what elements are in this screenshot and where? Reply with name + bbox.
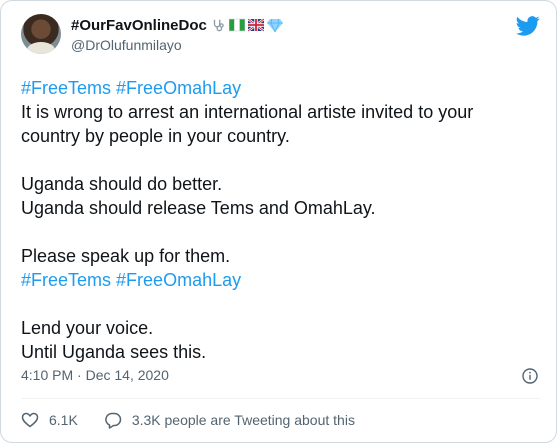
conversation-label: 3.3K people are Tweeting about this — [131, 412, 355, 428]
author-handle[interactable]: @DrOlufunmilayo — [71, 37, 182, 53]
tweet-text: #FreeTems #FreeOmahLay It is wrong to arr… — [21, 76, 541, 364]
display-name[interactable]: #OurFavOnlineDoc — [71, 17, 207, 34]
twitter-bird-icon[interactable] — [516, 16, 540, 36]
text-run: country by people in your country. — [21, 126, 290, 146]
diamond-icon — [266, 18, 283, 32]
like-count: 6.1K — [49, 412, 78, 428]
author-name-row[interactable]: #OurFavOnlineDoc — [71, 15, 283, 35]
hashtag-link[interactable]: #FreeTems — [21, 78, 111, 98]
text-run: It is wrong to arrest an international a… — [21, 102, 474, 122]
nigeria-flag-icon — [228, 18, 245, 32]
uk-flag-icon — [247, 18, 264, 32]
tweet-line: #FreeTems #FreeOmahLay — [21, 268, 541, 292]
like-button[interactable]: 6.1K — [21, 411, 78, 429]
hashtag-link[interactable]: #FreeTems — [21, 270, 111, 290]
tweet-card[interactable]: #OurFavOnlineDoc @DrOlufunmilayo #FreeTe… — [0, 0, 557, 443]
text-run: Uganda should release Tems and OmahLay. — [21, 198, 376, 218]
tweet-actions: 6.1K 3.3K people are Tweeting about this — [21, 410, 381, 430]
tweet-line: Uganda should do better. — [21, 172, 541, 196]
info-icon[interactable] — [522, 368, 538, 384]
stethoscope-icon — [213, 19, 224, 32]
tweet-timestamp[interactable]: 4:10 PM · Dec 14, 2020 — [21, 367, 169, 383]
tweet-line: country by people in your country. — [21, 124, 541, 148]
avatar[interactable] — [21, 14, 61, 54]
tweet-line: It is wrong to arrest an international a… — [21, 100, 541, 124]
tweet-line: #FreeTems #FreeOmahLay — [21, 76, 541, 100]
divider — [21, 398, 540, 399]
speech-bubble-icon — [105, 412, 122, 429]
text-run: Please speak up for them. — [21, 246, 231, 266]
hashtag-link[interactable]: #FreeOmahLay — [116, 78, 241, 98]
conversation-link[interactable]: 3.3K people are Tweeting about this — [104, 411, 355, 429]
text-run: Until Uganda sees this. — [21, 342, 207, 362]
tweet-line: Lend your voice. — [21, 316, 541, 340]
text-run: Lend your voice. — [21, 318, 154, 338]
text-run: Uganda should do better. — [21, 174, 223, 194]
tweet-line: Until Uganda sees this. — [21, 340, 541, 364]
heart-icon — [21, 412, 39, 428]
tweet-line: Uganda should release Tems and OmahLay. — [21, 196, 541, 220]
hashtag-link[interactable]: #FreeOmahLay — [116, 270, 241, 290]
tweet-line: Please speak up for them. — [21, 244, 541, 268]
